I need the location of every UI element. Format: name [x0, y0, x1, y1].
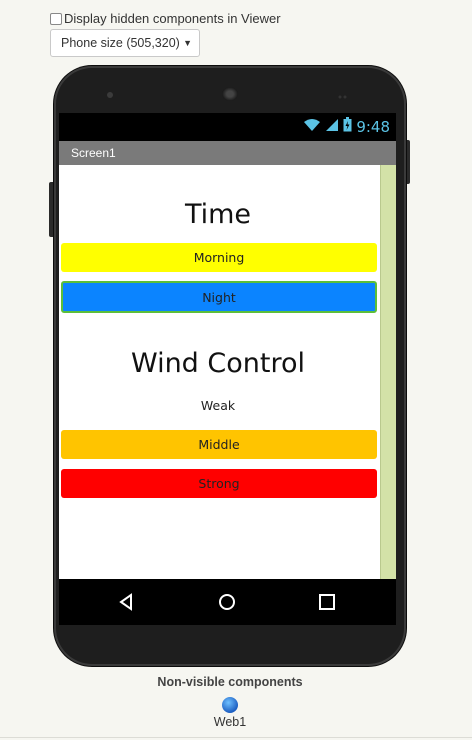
hidden-components-option[interactable]: Display hidden components in Viewer — [50, 11, 281, 26]
phone-size-value: Phone size (505,320) — [61, 36, 180, 50]
strong-button[interactable]: Strong — [61, 469, 377, 498]
wind-control-heading: Wind Control — [130, 348, 306, 379]
phone-size-select[interactable]: Phone size (505,320) ▼ — [50, 29, 200, 57]
recents-icon[interactable] — [318, 593, 336, 616]
divider — [0, 737, 472, 738]
screen-scrollbar[interactable] — [380, 165, 396, 579]
middle-button[interactable]: Middle — [61, 430, 377, 459]
status-bar: 9:48 — [59, 113, 396, 141]
home-icon[interactable] — [218, 593, 236, 616]
night-button[interactable]: Night — [61, 281, 377, 313]
globe-icon[interactable] — [222, 697, 238, 713]
navigation-bar — [59, 579, 396, 625]
earpiece-speaker-icon — [222, 87, 238, 101]
front-camera-icon — [107, 92, 113, 98]
back-icon[interactable] — [118, 593, 134, 616]
sensor-icon — [338, 92, 354, 99]
time-heading: Time — [184, 199, 252, 230]
app-screen: Time Morning Night Wind Control Weak Mid… — [59, 165, 396, 579]
screen-title: Screen1 — [59, 141, 396, 165]
hidden-components-checkbox[interactable] — [50, 12, 62, 25]
web1-component-label[interactable]: Web1 — [0, 715, 460, 729]
hidden-components-label: Display hidden components in Viewer — [64, 11, 281, 26]
weak-label: Weak — [200, 398, 236, 413]
dropdown-arrow-icon: ▼ — [183, 38, 192, 48]
status-time: 9:48 — [356, 118, 390, 136]
signal-icon — [325, 118, 339, 137]
morning-button[interactable]: Morning — [61, 243, 377, 272]
non-visible-components-heading: Non-visible components — [157, 675, 303, 689]
wifi-icon — [303, 118, 321, 137]
battery-icon — [343, 117, 352, 137]
